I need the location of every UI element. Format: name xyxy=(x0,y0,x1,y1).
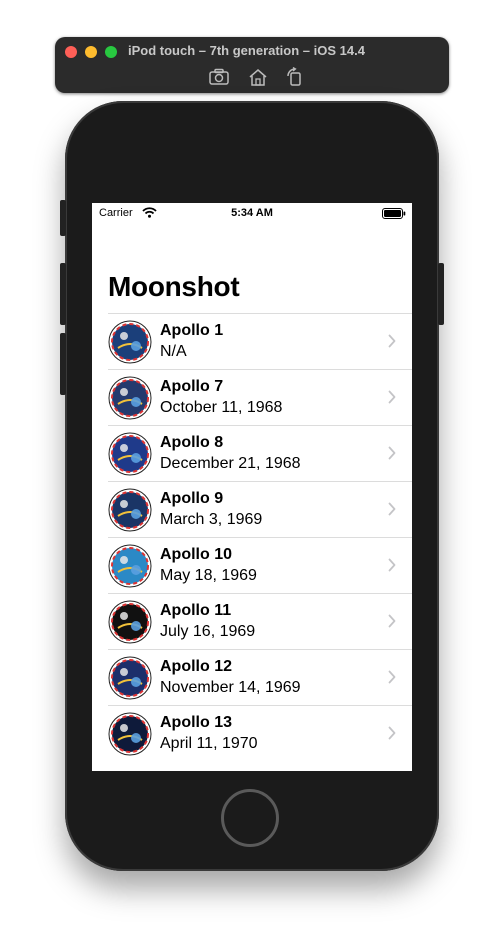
mission-launch-date: N/A xyxy=(160,343,187,360)
mission-badge-image xyxy=(108,432,152,476)
chevron-right-icon xyxy=(388,502,396,516)
mission-name: Apollo 11 xyxy=(160,602,232,619)
home-icon[interactable] xyxy=(247,67,269,87)
zoom-window-button[interactable] xyxy=(105,46,117,58)
mission-name: Apollo 7 xyxy=(160,378,224,395)
mission-name: Apollo 1 xyxy=(160,322,224,339)
mission-row[interactable]: Apollo 1 N/A xyxy=(108,313,412,369)
mission-launch-date: October 11, 1968 xyxy=(160,399,283,416)
chevron-right-icon xyxy=(388,670,396,684)
mission-name: Apollo 13 xyxy=(160,714,233,731)
minimize-window-button[interactable] xyxy=(85,46,97,58)
volume-down-button xyxy=(60,333,66,395)
mission-row[interactable]: Apollo 8 December 21, 1968 xyxy=(108,425,412,481)
power-button xyxy=(438,263,444,325)
mission-badge-image xyxy=(108,320,152,364)
mission-row[interactable]: Apollo 7 October 11, 1968 xyxy=(108,369,412,425)
side-button xyxy=(60,200,66,236)
chevron-right-icon xyxy=(388,390,396,404)
simulator-title-bar: iPod touch – 7th generation – iOS 14.4 xyxy=(55,37,449,93)
mission-row[interactable]: Apollo 12 November 14, 1969 xyxy=(108,649,412,705)
mission-name: Apollo 10 xyxy=(160,546,233,563)
chevron-right-icon xyxy=(388,614,396,628)
chevron-right-icon xyxy=(388,334,396,348)
mission-badge-image xyxy=(108,376,152,420)
mission-badge-image xyxy=(108,712,152,756)
chevron-right-icon xyxy=(388,446,396,460)
mission-badge-image xyxy=(108,600,152,644)
mission-badge-image xyxy=(108,488,152,532)
mission-badge-image xyxy=(108,656,152,700)
mission-launch-date: April 11, 1970 xyxy=(160,735,258,752)
volume-up-button xyxy=(60,263,66,325)
simulator-title: iPod touch – 7th generation – iOS 14.4 xyxy=(128,43,365,58)
chevron-right-icon xyxy=(388,726,396,740)
mission-launch-date: November 14, 1969 xyxy=(160,679,301,696)
mission-name: Apollo 12 xyxy=(160,658,233,675)
mission-row[interactable]: Apollo 13 April 11, 1970 xyxy=(108,705,412,761)
mission-launch-date: December 21, 1968 xyxy=(160,455,301,472)
home-button[interactable] xyxy=(221,789,279,847)
rotate-icon[interactable] xyxy=(284,67,306,87)
screenshot-icon[interactable] xyxy=(208,67,230,87)
mission-row[interactable]: Apollo 10 May 18, 1969 xyxy=(108,537,412,593)
battery-icon xyxy=(382,208,406,219)
mission-row[interactable]: Apollo 11 July 16, 1969 xyxy=(108,593,412,649)
mission-name: Apollo 8 xyxy=(160,434,224,451)
mission-launch-date: May 18, 1969 xyxy=(160,567,257,584)
mission-badge-image xyxy=(108,544,152,588)
mission-list: Apollo 1 N/A Apollo 7 October 11, 1968 Apoll… xyxy=(92,313,412,761)
mission-launch-date: July 16, 1969 xyxy=(160,623,256,640)
mission-row[interactable]: Apollo 9 March 3, 1969 xyxy=(108,481,412,537)
status-time: 5:34 AM xyxy=(231,207,273,219)
device-screen: Carrier 5:34 AM Moonshot Apollo 1 N/A Apol… xyxy=(92,203,412,771)
close-window-button[interactable] xyxy=(65,46,77,58)
page-title: Moonshot xyxy=(108,271,240,302)
chevron-right-icon xyxy=(388,558,396,572)
mission-name: Apollo 9 xyxy=(160,490,224,507)
mission-launch-date: March 3, 1969 xyxy=(160,511,263,528)
status-bar: Carrier 5:34 AM xyxy=(92,203,412,223)
